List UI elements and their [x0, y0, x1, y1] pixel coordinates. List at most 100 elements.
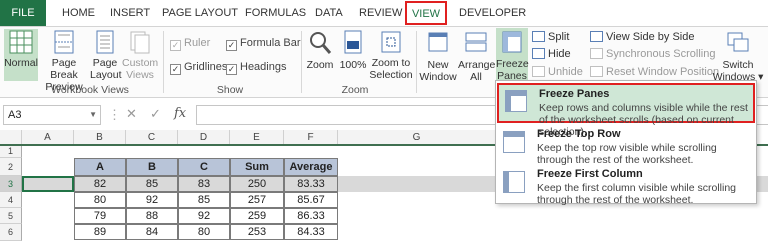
split-button[interactable]: Split [532, 30, 569, 45]
table-cell[interactable]: 92 [126, 192, 178, 208]
checkbox-check-icon: ✓ [226, 64, 237, 75]
group-separator [163, 31, 164, 93]
zoom-button[interactable]: Zoom [305, 29, 335, 83]
zoom-selection-icon [381, 31, 401, 53]
tab-view[interactable]: VIEW [405, 1, 447, 25]
freeze-panes-button[interactable]: Freeze Panes ▾ [496, 28, 529, 94]
hide-label: Hide [548, 48, 571, 60]
custom-views-button[interactable]: Custom Views [122, 29, 158, 83]
normal-view-button[interactable]: Normal [4, 29, 38, 81]
hide-button[interactable]: Hide [532, 47, 571, 62]
table-cell[interactable]: 257 [230, 192, 284, 208]
table-header-cell[interactable]: Average [284, 158, 338, 176]
new-window-icon [428, 32, 448, 52]
menu-item-freeze-first-column[interactable]: Freeze First Column Keep the first colum… [497, 165, 755, 206]
arrange-all-button[interactable]: Arrange All [458, 29, 495, 83]
formula-bar-label: Formula Bar [240, 37, 301, 49]
synchronous-scrolling-button[interactable]: Synchronous Scrolling [590, 47, 715, 62]
group-separator [416, 31, 417, 93]
table-cell[interactable]: 82 [74, 176, 126, 192]
table-cell[interactable]: 83.33 [284, 176, 338, 192]
page-break-preview-button[interactable]: Page Break Preview [40, 29, 88, 93]
active-cell-a3[interactable] [22, 176, 74, 192]
table-cell[interactable]: 88 [126, 208, 178, 224]
column-header[interactable]: G [338, 130, 496, 145]
table-cell[interactable]: 89 [74, 224, 126, 240]
name-box[interactable]: A3 ▼ [3, 105, 101, 125]
table-cell[interactable]: 253 [230, 224, 284, 240]
table-cell[interactable]: 84.33 [284, 224, 338, 240]
enter-icon[interactable]: ✓ [150, 106, 161, 122]
table-cell[interactable]: 79 [74, 208, 126, 224]
gridlines-checkbox[interactable]: ✓ Gridlines [170, 60, 227, 75]
table-cell[interactable]: 85 [126, 176, 178, 192]
headings-checkbox[interactable]: ✓ Headings [226, 60, 286, 75]
table-cell[interactable]: 85 [178, 192, 230, 208]
row-header-selected[interactable]: 3 [0, 176, 22, 192]
row-header[interactable]: 6 [0, 224, 22, 241]
view-side-by-side-button[interactable]: View Side by Side [590, 30, 694, 45]
menu-item-freeze-top-row[interactable]: Freeze Top Row Keep the top row visible … [497, 125, 755, 166]
menu-item-freeze-panes[interactable]: Freeze Panes Keep rows and columns visib… [497, 83, 755, 138]
reset-window-position-button[interactable]: Reset Window Position [590, 65, 719, 80]
zoom-100-button[interactable]: 100% [338, 29, 368, 83]
zoom-to-selection-button[interactable]: Zoom to Selection [369, 29, 413, 83]
switch-windows-button[interactable]: Switch Windows ▾ [712, 29, 764, 83]
new-window-button[interactable]: New Window [418, 29, 458, 83]
row-header[interactable]: 1 [0, 145, 22, 158]
tab-data[interactable]: DATA [315, 0, 343, 26]
zoom-selection-label-1: Zoom to [371, 57, 411, 69]
tab-insert[interactable]: INSERT [110, 0, 150, 26]
page-layout-view-button[interactable]: Page Layout [90, 29, 122, 83]
new-window-label-2: Window [419, 71, 457, 83]
ruler-checkbox[interactable]: ✓ Ruler [170, 36, 210, 51]
zoom-100-label: 100% [339, 59, 367, 71]
table-cell[interactable]: 250 [230, 176, 284, 192]
table-cell[interactable]: 84 [126, 224, 178, 240]
column-header[interactable]: A [22, 130, 74, 145]
table-cell[interactable]: 83 [178, 176, 230, 192]
table-cell[interactable]: 259 [230, 208, 284, 224]
select-all-corner[interactable] [0, 130, 22, 145]
table-header-cell[interactable]: B [126, 158, 178, 176]
tab-page-layout[interactable]: PAGE LAYOUT [162, 0, 238, 26]
hide-icon [532, 48, 545, 59]
column-header[interactable]: D [178, 130, 230, 145]
insert-function-icon[interactable]: fx [174, 106, 186, 121]
cancel-icon[interactable]: ✕ [126, 106, 137, 122]
row-header[interactable]: 5 [0, 208, 22, 224]
tab-developer[interactable]: DEVELOPER [459, 0, 526, 26]
table-cell[interactable]: 80 [178, 224, 230, 240]
switch-windows-label-1: Switch [722, 59, 754, 71]
unhide-button[interactable]: Unhide [532, 65, 583, 80]
table-cell[interactable]: 80 [74, 192, 126, 208]
unhide-label: Unhide [548, 66, 583, 78]
column-header[interactable]: B [74, 130, 126, 145]
row-header[interactable]: 4 [0, 192, 22, 208]
freeze-top-row-icon [503, 131, 525, 153]
formula-bar-checkbox[interactable]: ✓ Formula Bar [226, 36, 301, 51]
table-cell[interactable]: 85.67 [284, 192, 338, 208]
table-header-cell[interactable]: A [74, 158, 126, 176]
tab-home[interactable]: HOME [62, 0, 95, 26]
row-header[interactable]: 2 [0, 158, 22, 176]
column-header[interactable]: E [230, 130, 284, 145]
chevron-down-icon[interactable]: ▼ [89, 106, 97, 124]
new-window-label-1: New [427, 59, 449, 71]
column-header[interactable]: C [126, 130, 178, 145]
tab-formulas[interactable]: FORMULAS [245, 0, 306, 26]
table-cell[interactable]: 92 [178, 208, 230, 224]
table-cell[interactable]: 86.33 [284, 208, 338, 224]
table-header-cell[interactable]: Sum [230, 158, 284, 176]
arrange-all-label-2: All [470, 71, 482, 83]
custom-views-icon [130, 31, 150, 54]
group-separator [301, 31, 302, 93]
table-header-cell[interactable]: C [178, 158, 230, 176]
zoom-selection-label-2: Selection [369, 69, 413, 81]
split-label: Split [548, 31, 570, 43]
column-header[interactable]: F [284, 130, 338, 145]
custom-views-label-1: Custom [122, 57, 159, 69]
zoom-label: Zoom [306, 59, 334, 71]
tab-review[interactable]: REVIEW [359, 0, 402, 26]
tab-file[interactable]: FILE [0, 0, 46, 26]
